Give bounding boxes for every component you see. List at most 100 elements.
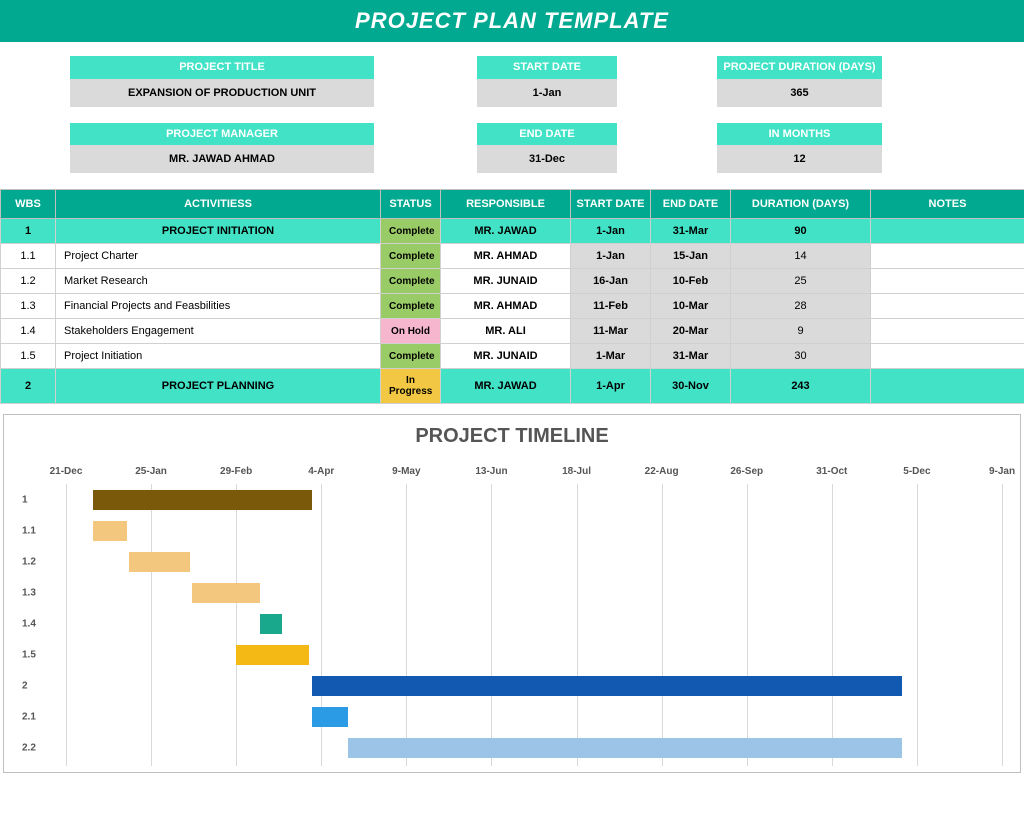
timeline-tick: 21-Dec bbox=[50, 466, 83, 477]
cell: 31-Mar bbox=[651, 344, 731, 369]
cell: Project Charter bbox=[56, 244, 381, 269]
cell: 11-Feb bbox=[571, 294, 651, 319]
cell: 11-Mar bbox=[571, 319, 651, 344]
meta-end-date: END DATE 31-Dec bbox=[477, 123, 617, 174]
cell: 9 bbox=[731, 319, 871, 344]
cell: 1 bbox=[1, 219, 56, 244]
cell: Complete bbox=[381, 219, 441, 244]
timeline-bar bbox=[236, 645, 309, 665]
cell: 90 bbox=[731, 219, 871, 244]
timeline-row-label: 1.4 bbox=[22, 618, 36, 629]
meta-project-title: PROJECT TITLE EXPANSION OF PRODUCTION UN… bbox=[70, 56, 374, 107]
meta-label: START DATE bbox=[477, 56, 617, 79]
table-row: 1PROJECT INITIATIONCompleteMR. JAWAD1-Ja… bbox=[1, 219, 1024, 244]
col-start-date: START DATE bbox=[571, 190, 651, 219]
timeline-row: 2 bbox=[24, 670, 1000, 701]
cell: Complete bbox=[381, 269, 441, 294]
timeline-bar bbox=[93, 490, 312, 510]
timeline-row: 1.2 bbox=[24, 546, 1000, 577]
meta-value: 1-Jan bbox=[477, 79, 617, 107]
cell: Project Initiation bbox=[56, 344, 381, 369]
cell: On Hold bbox=[381, 319, 441, 344]
cell: 10-Feb bbox=[651, 269, 731, 294]
col-status: STATUS bbox=[381, 190, 441, 219]
cell bbox=[871, 219, 1024, 244]
meta-value: 31-Dec bbox=[477, 145, 617, 173]
cell: In Progress bbox=[381, 369, 441, 404]
timeline-tick: 5-Dec bbox=[903, 466, 930, 477]
cell: 30-Nov bbox=[651, 369, 731, 404]
timeline-axis: 21-Dec25-Jan29-Feb4-Apr9-May13-Jun18-Jul… bbox=[24, 466, 1000, 484]
timeline-tick: 22-Aug bbox=[645, 466, 679, 477]
timeline-chart: PROJECT TIMELINE 21-Dec25-Jan29-Feb4-Apr… bbox=[3, 414, 1021, 773]
meta-start-date: START DATE 1-Jan bbox=[477, 56, 617, 107]
cell: 25 bbox=[731, 269, 871, 294]
timeline-tick: 25-Jan bbox=[135, 466, 167, 477]
meta-value: MR. JAWAD AHMAD bbox=[70, 145, 374, 173]
timeline-row-label: 1.2 bbox=[22, 556, 36, 567]
timeline-row: 2.2 bbox=[24, 732, 1000, 763]
cell: 14 bbox=[731, 244, 871, 269]
cell: 1.5 bbox=[1, 344, 56, 369]
col-wbs: WBS bbox=[1, 190, 56, 219]
meta-label: PROJECT MANAGER bbox=[70, 123, 374, 146]
timeline-tick: 4-Apr bbox=[308, 466, 334, 477]
col-end-date: END DATE bbox=[651, 190, 731, 219]
timeline-bar bbox=[312, 707, 348, 727]
table-row: 1.3Financial Projects and FeasbilitiesCo… bbox=[1, 294, 1024, 319]
timeline-row-label: 1.1 bbox=[22, 525, 36, 536]
cell: Complete bbox=[381, 244, 441, 269]
timeline-tick: 29-Feb bbox=[220, 466, 252, 477]
cell bbox=[871, 344, 1024, 369]
cell: 1.4 bbox=[1, 319, 56, 344]
timeline-body: 1 1.1 1.2 1.3 1.4 1.5 2 2.1 2.2 bbox=[24, 484, 1000, 766]
timeline-bar bbox=[129, 552, 190, 572]
table-row: 2PROJECT PLANNINGIn ProgressMR. JAWAD1-A… bbox=[1, 369, 1024, 404]
cell: 1.1 bbox=[1, 244, 56, 269]
cell: PROJECT INITIATION bbox=[56, 219, 381, 244]
timeline-bar bbox=[348, 738, 902, 758]
meta-project-manager: PROJECT MANAGER MR. JAWAD AHMAD bbox=[70, 123, 374, 174]
timeline-row: 1.4 bbox=[24, 608, 1000, 639]
cell: 28 bbox=[731, 294, 871, 319]
cell: MR. JUNAID bbox=[441, 344, 571, 369]
timeline-row-label: 2.2 bbox=[22, 742, 36, 753]
timeline-row-label: 2 bbox=[22, 680, 28, 691]
meta-label: PROJECT TITLE bbox=[70, 56, 374, 79]
timeline-row-label: 1 bbox=[22, 494, 28, 505]
timeline-row: 1.1 bbox=[24, 515, 1000, 546]
cell bbox=[871, 319, 1024, 344]
cell: 15-Jan bbox=[651, 244, 731, 269]
timeline-row: 1.3 bbox=[24, 577, 1000, 608]
cell bbox=[871, 244, 1024, 269]
table-row: 1.4Stakeholders EngagementOn HoldMR. ALI… bbox=[1, 319, 1024, 344]
table-row: 1.1Project CharterCompleteMR. AHMAD1-Jan… bbox=[1, 244, 1024, 269]
timeline-row-label: 1.3 bbox=[22, 587, 36, 598]
plan-table: WBS ACTIVITIESS STATUS RESPONSIBLE START… bbox=[0, 189, 1024, 404]
cell: 1-Mar bbox=[571, 344, 651, 369]
cell: 20-Mar bbox=[651, 319, 731, 344]
timeline-row: 1.5 bbox=[24, 639, 1000, 670]
timeline-bar bbox=[260, 614, 282, 634]
cell: MR. ALI bbox=[441, 319, 571, 344]
table-row: 1.5Project InitiationCompleteMR. JUNAID1… bbox=[1, 344, 1024, 369]
cell: 1-Jan bbox=[571, 219, 651, 244]
meta-value: 12 bbox=[717, 145, 882, 173]
cell: MR. JAWAD bbox=[441, 369, 571, 404]
timeline-row: 2.1 bbox=[24, 701, 1000, 732]
meta-value: 365 bbox=[717, 79, 882, 107]
cell: 1-Apr bbox=[571, 369, 651, 404]
page-title: PROJECT PLAN TEMPLATE bbox=[0, 0, 1024, 42]
timeline-row-label: 2.1 bbox=[22, 711, 36, 722]
cell: 243 bbox=[731, 369, 871, 404]
cell: Market Research bbox=[56, 269, 381, 294]
timeline-tick: 26-Sep bbox=[730, 466, 763, 477]
meta-label: END DATE bbox=[477, 123, 617, 146]
timeline-row: 1 bbox=[24, 484, 1000, 515]
table-row: 1.2Market ResearchCompleteMR. JUNAID16-J… bbox=[1, 269, 1024, 294]
timeline-tick: 13-Jun bbox=[475, 466, 507, 477]
cell: Stakeholders Engagement bbox=[56, 319, 381, 344]
timeline-gridline bbox=[1002, 484, 1003, 766]
meta-duration: PROJECT DURATION (DAYS) 365 bbox=[717, 56, 882, 107]
col-notes: NOTES bbox=[871, 190, 1024, 219]
